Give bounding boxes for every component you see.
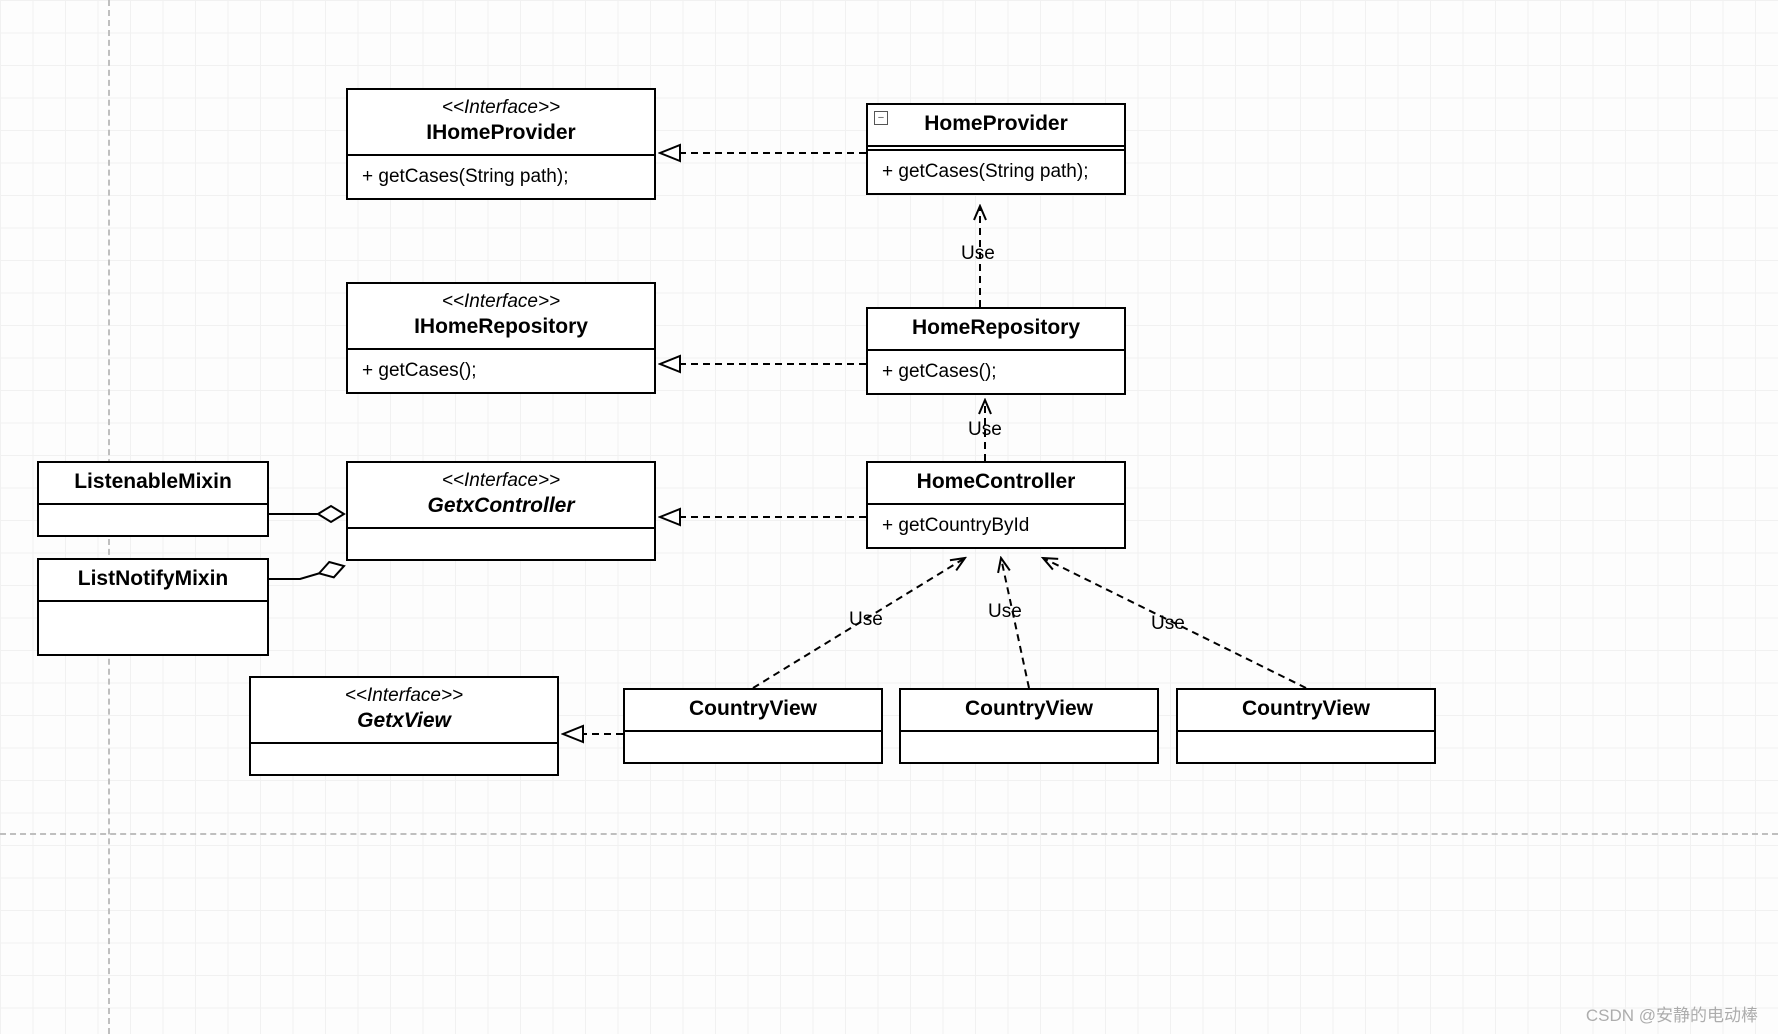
class-member: + getCases(); — [868, 351, 1124, 393]
class-getxview[interactable]: <<Interface>> GetxView — [249, 676, 559, 776]
class-member-empty — [625, 732, 881, 762]
class-name: CountryView — [1186, 696, 1426, 722]
class-ihomeprovider[interactable]: <<Interface>> IHomeProvider + getCases(S… — [346, 88, 656, 200]
class-name: GetxView — [259, 708, 549, 734]
class-ihomerepository[interactable]: <<Interface>> IHomeRepository + getCases… — [346, 282, 656, 394]
class-countryview-1[interactable]: CountryView — [623, 688, 883, 764]
class-listenablemixin[interactable]: ListenableMixin — [37, 461, 269, 537]
class-member-empty — [251, 744, 557, 774]
diagram-canvas: <<Interface>> IHomeProvider + getCases(S… — [0, 0, 1778, 1034]
stereotype: <<Interface>> — [356, 96, 646, 120]
class-member-empty — [39, 602, 267, 654]
label-use-repo: Use — [968, 419, 1002, 441]
class-homerepository[interactable]: HomeRepository + getCases(); — [866, 307, 1126, 395]
class-member: + getCountryById — [868, 505, 1124, 547]
class-member: + getCases(); — [348, 350, 654, 392]
label-use-provider: Use — [961, 243, 995, 265]
class-name: HomeProvider — [876, 111, 1116, 137]
class-listnotifymixin[interactable]: ListNotifyMixin — [37, 558, 269, 656]
class-member: + getCases(String path); — [868, 151, 1124, 193]
class-name: HomeRepository — [876, 315, 1116, 341]
class-countryview-2[interactable]: CountryView — [899, 688, 1159, 764]
label-use-view1: Use — [849, 609, 883, 631]
collapse-icon[interactable]: − — [874, 111, 888, 125]
class-member-empty — [901, 732, 1157, 762]
watermark: CSDN @安静的电动棒 — [1586, 1001, 1758, 1026]
class-name: GetxController — [356, 493, 646, 519]
class-homeprovider[interactable]: − HomeProvider + getCases(String path); — [866, 103, 1126, 195]
class-name: HomeController — [876, 469, 1116, 495]
stereotype: <<Interface>> — [356, 469, 646, 493]
class-name: CountryView — [633, 696, 873, 722]
label-use-view2: Use — [988, 601, 1022, 623]
class-member-empty — [39, 505, 267, 535]
class-name: ListenableMixin — [47, 469, 259, 495]
class-countryview-3[interactable]: CountryView — [1176, 688, 1436, 764]
class-member: + getCases(String path); — [348, 156, 654, 198]
class-homecontroller[interactable]: HomeController + getCountryById — [866, 461, 1126, 549]
label-use-view3: Use — [1151, 613, 1185, 635]
class-name: IHomeRepository — [356, 314, 646, 340]
class-name: ListNotifyMixin — [47, 566, 259, 592]
class-name: IHomeProvider — [356, 120, 646, 146]
class-member-empty — [1178, 732, 1434, 762]
class-member-empty — [348, 529, 654, 559]
stereotype: <<Interface>> — [356, 290, 646, 314]
stereotype: <<Interface>> — [259, 684, 549, 708]
class-name: CountryView — [909, 696, 1149, 722]
class-getxcontroller[interactable]: <<Interface>> GetxController — [346, 461, 656, 561]
